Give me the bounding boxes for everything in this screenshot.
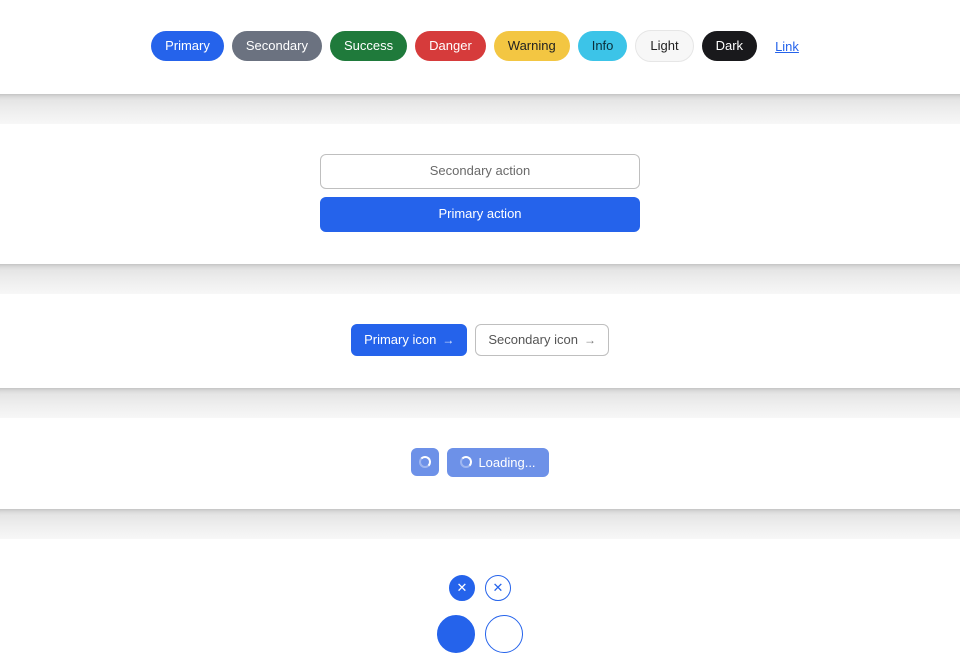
secondary-icon-button-label: Secondary icon bbox=[488, 331, 578, 349]
loading-button-label: Loading... bbox=[478, 455, 535, 470]
spinner-icon bbox=[460, 456, 472, 468]
loading-buttons-section: Loading... bbox=[0, 418, 960, 509]
block-buttons-section: Secondary action Primary action bbox=[0, 124, 960, 264]
pill-variants-section: Primary Secondary Success Danger Warning… bbox=[0, 0, 960, 94]
primary-pill-button[interactable]: Primary bbox=[151, 31, 224, 61]
section-divider bbox=[0, 388, 960, 418]
success-pill-button[interactable]: Success bbox=[330, 31, 407, 61]
circle-row-small: ✕ ✕ bbox=[449, 575, 511, 601]
circle-row-large bbox=[437, 615, 523, 653]
spinner-icon bbox=[419, 456, 431, 468]
arrow-right-icon: → bbox=[584, 334, 596, 346]
info-pill-button[interactable]: Info bbox=[578, 31, 628, 61]
light-pill-button[interactable]: Light bbox=[635, 30, 693, 62]
section-divider bbox=[0, 264, 960, 294]
link-button[interactable]: Link bbox=[765, 33, 809, 60]
secondary-pill-button[interactable]: Secondary bbox=[232, 31, 322, 61]
primary-action-button[interactable]: Primary action bbox=[320, 197, 640, 232]
secondary-action-button[interactable]: Secondary action bbox=[320, 154, 640, 189]
close-circle-outline-large-button[interactable] bbox=[485, 615, 523, 653]
primary-icon-button-label: Primary icon bbox=[364, 331, 436, 349]
close-icon: ✕ bbox=[457, 581, 468, 594]
arrow-right-icon: → bbox=[442, 334, 454, 346]
warning-pill-button[interactable]: Warning bbox=[494, 31, 570, 61]
loading-button[interactable]: Loading... bbox=[447, 448, 548, 477]
section-divider bbox=[0, 509, 960, 539]
primary-icon-button[interactable]: Primary icon → bbox=[351, 324, 467, 356]
loading-icon-button[interactable] bbox=[411, 448, 439, 476]
close-circle-primary-large-button[interactable] bbox=[437, 615, 475, 653]
close-circle-outline-button[interactable]: ✕ bbox=[485, 575, 511, 601]
close-circle-primary-button[interactable]: ✕ bbox=[449, 575, 475, 601]
close-icon: ✕ bbox=[493, 581, 504, 594]
circle-buttons-section: ✕ ✕ bbox=[0, 539, 960, 653]
icon-buttons-section: Primary icon → Secondary icon → bbox=[0, 294, 960, 388]
danger-pill-button[interactable]: Danger bbox=[415, 31, 486, 61]
section-divider bbox=[0, 94, 960, 124]
block-button-stack: Secondary action Primary action bbox=[320, 154, 640, 232]
dark-pill-button[interactable]: Dark bbox=[702, 31, 757, 61]
secondary-icon-button[interactable]: Secondary icon → bbox=[475, 324, 609, 356]
